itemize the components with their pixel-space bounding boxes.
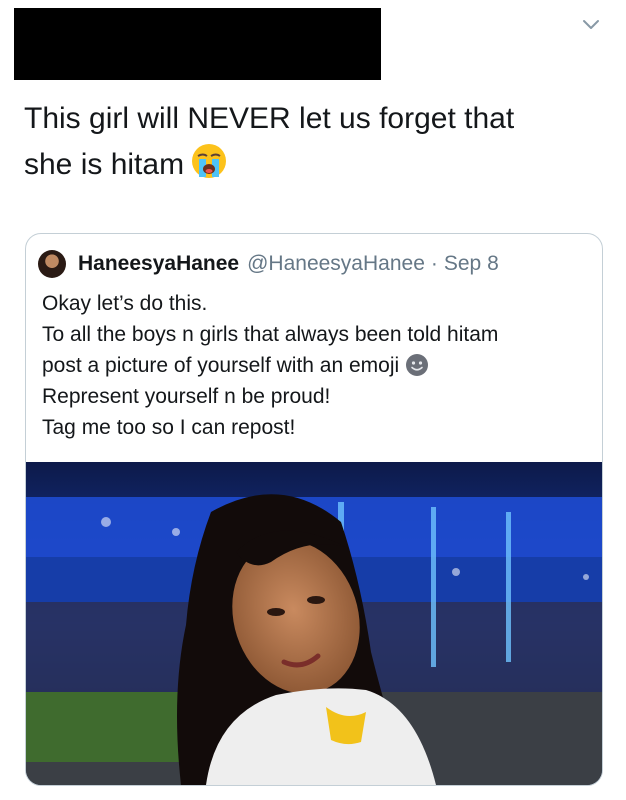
header-separator: · xyxy=(430,252,438,275)
loudly-crying-face-icon xyxy=(192,144,227,178)
quoted-date[interactable]: Sep 8 xyxy=(444,252,499,276)
avatar[interactable] xyxy=(38,250,66,278)
quoted-tweet-photo[interactable] xyxy=(26,462,602,785)
quoted-line-5: Tag me too so I can repost! xyxy=(42,416,296,439)
tweet-text: This girl will NEVER let us forget that … xyxy=(24,96,604,188)
tweet-text-line1: This girl will NEVER let us forget that xyxy=(24,102,515,135)
quoted-tweet-card[interactable]: HaneesyaHanee @HaneesyaHanee · Sep 8 Oka… xyxy=(25,233,603,786)
quoted-tweet-body: Okay let’s do this. To all the boys n gi… xyxy=(42,288,592,443)
quoted-line-3: post a picture of yourself with an emoji xyxy=(42,354,400,377)
redacted-profile-block xyxy=(14,8,381,80)
quoted-tweet-header: HaneesyaHanee @HaneesyaHanee · Sep 8 xyxy=(38,250,499,278)
quoted-line-1: Okay let’s do this. xyxy=(42,292,208,315)
quoted-handle[interactable]: @HaneesyaHanee xyxy=(247,252,425,276)
dark-smiley-face-icon xyxy=(406,354,429,376)
tweet-text-line2: she is hitam xyxy=(24,148,185,181)
chevron-down-icon[interactable] xyxy=(580,14,602,36)
quoted-line-2: To all the boys n girls that always been… xyxy=(42,323,499,346)
quoted-line-4: Represent yourself n be proud! xyxy=(42,385,331,408)
quoted-line-3-wrap: post a picture of yourself with an emoji xyxy=(42,350,592,381)
quoted-display-name[interactable]: HaneesyaHanee xyxy=(78,252,239,276)
